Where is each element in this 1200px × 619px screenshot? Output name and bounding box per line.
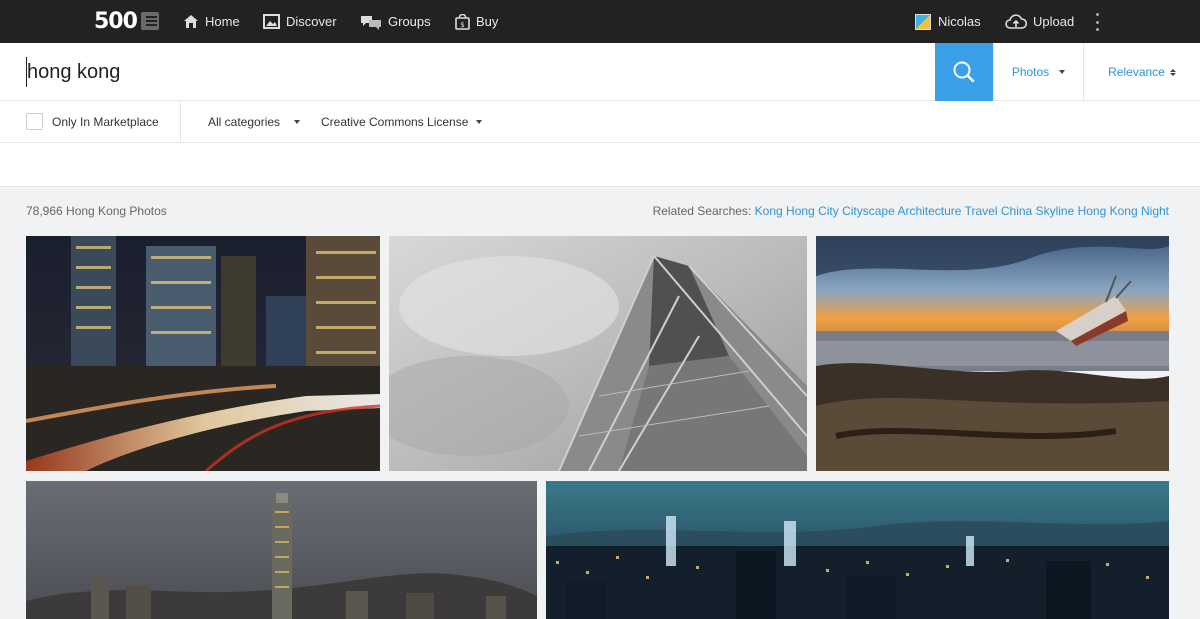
cloud-upload-icon: [1005, 13, 1027, 29]
photo-thumbnail[interactable]: [546, 481, 1169, 619]
chat-bubbles-icon: [361, 15, 381, 30]
filter-bar: Only In Marketplace All categories Creat…: [0, 101, 1200, 143]
marketplace-checkbox[interactable]: [26, 113, 43, 130]
nav-discover[interactable]: Discover: [263, 0, 337, 43]
chevron-down-icon: [476, 120, 483, 124]
search-input[interactable]: [26, 57, 906, 87]
photo-tower-bw: [389, 236, 807, 471]
nav-home-label: Home: [205, 14, 240, 29]
search-bar: Photos Relevance: [0, 43, 1200, 101]
logo-text: 500: [94, 8, 138, 34]
marketplace-label: Only In Marketplace: [52, 115, 159, 129]
related-link[interactable]: Architecture: [897, 204, 961, 218]
svg-text:$: $: [460, 21, 464, 29]
related-link[interactable]: City: [818, 204, 839, 218]
menu-box-icon: [140, 12, 159, 30]
divider: [180, 101, 181, 143]
photo-thumbnail[interactable]: [26, 236, 380, 471]
photo-skyline-dusk: [26, 481, 537, 619]
nav-buy[interactable]: $ Buy: [455, 0, 498, 43]
photo-thumbnail[interactable]: [816, 236, 1169, 471]
related-searches-label: Related Searches:: [652, 204, 752, 218]
top-navigation-bar: 500 Home Discover Groups $ Buy Nicolas U…: [0, 0, 1200, 43]
license-label: Creative Commons License: [321, 115, 469, 129]
nav-buy-label: Buy: [476, 14, 499, 29]
related-searches: Related Searches: Kong Hong City Citysca…: [653, 204, 1169, 218]
chevron-down-icon: [1059, 70, 1066, 74]
nav-home[interactable]: Home: [183, 0, 240, 43]
shopping-bag-icon: $: [455, 13, 470, 30]
upload-button[interactable]: Upload: [1005, 0, 1074, 43]
search-icon: [953, 61, 975, 83]
related-link[interactable]: Kong: [755, 204, 783, 218]
photo-shipwreck-sunset: [816, 236, 1169, 471]
home-icon: [184, 15, 198, 28]
photo-thumbnail[interactable]: [389, 236, 807, 471]
blank-panel: [0, 143, 1200, 187]
chevron-down-icon: [294, 120, 301, 124]
related-link[interactable]: China: [1001, 204, 1032, 218]
related-link[interactable]: Cityscape: [842, 204, 895, 218]
related-link[interactable]: Skyline: [1036, 204, 1075, 218]
user-name: Nicolas: [938, 14, 981, 29]
nav-discover-label: Discover: [286, 14, 337, 29]
related-link[interactable]: Night: [1141, 204, 1169, 218]
sort-dropdown[interactable]: Relevance: [1083, 43, 1200, 101]
related-link[interactable]: Hong Kong: [1078, 204, 1138, 218]
results-count: 78,966 Hong Kong Photos: [26, 204, 167, 218]
sort-label: Relevance: [1108, 65, 1165, 79]
nav-groups[interactable]: Groups: [360, 0, 431, 43]
nav-groups-label: Groups: [388, 14, 431, 29]
photo-harbour-night: [546, 481, 1169, 619]
license-dropdown[interactable]: Creative Commons License: [321, 101, 483, 143]
sort-arrows-icon: [1169, 68, 1176, 76]
picture-icon: [263, 14, 280, 29]
search-type-label: Photos: [1011, 65, 1050, 79]
related-link[interactable]: Hong: [786, 204, 815, 218]
photo-thumbnail[interactable]: [26, 481, 537, 619]
more-vertical-icon[interactable]: [1094, 13, 1100, 31]
avatar: [915, 13, 931, 30]
search-type-dropdown[interactable]: Photos: [993, 43, 1083, 101]
user-menu[interactable]: Nicolas: [915, 0, 981, 43]
categories-dropdown[interactable]: All categories: [208, 101, 301, 143]
related-link[interactable]: Travel: [965, 204, 998, 218]
photo-night-city-traffic: [26, 236, 380, 471]
categories-label: All categories: [208, 115, 281, 129]
search-button[interactable]: [935, 43, 993, 101]
upload-label: Upload: [1033, 14, 1075, 29]
logo[interactable]: 500: [94, 8, 159, 34]
